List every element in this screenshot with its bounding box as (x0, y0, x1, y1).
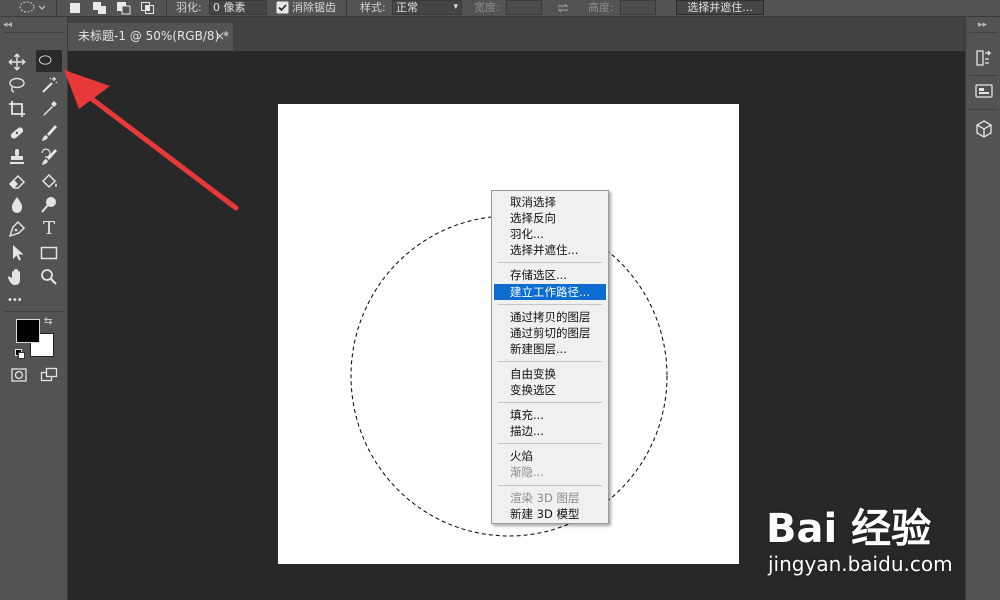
menu-item[interactable]: 新建 3D 模型 (494, 506, 606, 522)
antialias-label: 消除锯齿 (292, 1, 336, 14)
default-colors-icon[interactable] (15, 348, 25, 359)
menu-item[interactable]: 描边... (494, 423, 606, 439)
subtract-from-selection-icon[interactable] (115, 0, 133, 16)
menu-item[interactable]: 选择反向 (494, 210, 606, 226)
elliptical-marquee-icon[interactable] (36, 50, 62, 72)
menu-item[interactable]: 变换选区 (494, 382, 606, 398)
select-and-mask-button[interactable]: 选择并遮住... (676, 0, 764, 15)
style-select[interactable]: 正常 ▾ (392, 0, 462, 15)
paint-bucket-icon[interactable] (39, 171, 59, 191)
menu-separator (498, 443, 602, 445)
menu-separator (498, 262, 602, 264)
move-icon[interactable] (7, 52, 27, 72)
menu-item[interactable]: 火焰 (494, 448, 606, 464)
tools-panel: ◂◂ T ••• ⇆ (0, 17, 68, 600)
watermark-logo: Bai 经验 (766, 506, 932, 552)
magic-wand-icon[interactable] (39, 75, 59, 95)
add-to-selection-icon[interactable] (91, 0, 109, 16)
hand-icon[interactable] (7, 267, 27, 287)
feather-label: 羽化: (176, 1, 202, 14)
close-icon[interactable]: × (215, 23, 225, 49)
intersect-selection-icon[interactable] (139, 0, 157, 16)
collapse-panel-icon[interactable]: ◂◂ (3, 20, 12, 30)
lasso-icon[interactable] (7, 75, 27, 95)
history-brush-icon[interactable] (39, 147, 59, 167)
zoom-icon[interactable] (39, 267, 59, 287)
menu-item[interactable]: 新建图层... (494, 341, 606, 357)
elliptical-marquee-tool-preset-icon[interactable] (18, 0, 48, 16)
healing-brush-icon[interactable] (7, 123, 27, 143)
menu-separator (498, 402, 602, 404)
width-input[interactable] (506, 0, 542, 15)
more-tools-icon[interactable]: ••• (7, 291, 33, 311)
menu-item: 渐隐... (510, 465, 544, 480)
pen-icon[interactable] (7, 219, 27, 239)
eraser-icon[interactable] (7, 171, 27, 191)
antialias-checkbox[interactable] (276, 1, 290, 17)
menu-item[interactable]: 填充... (494, 407, 606, 423)
menu-item[interactable]: 取消选择 (494, 194, 606, 210)
path-selection-icon[interactable] (7, 243, 27, 263)
document-tab[interactable]: 未标题-1 @ 50%(RGB/8) * × (68, 23, 233, 51)
quick-mask-icon[interactable] (9, 365, 29, 385)
document-tab-title: 未标题-1 @ 50%(RGB/8) * (78, 29, 229, 43)
height-label: 高度: (588, 1, 614, 14)
menu-separator (498, 484, 602, 486)
selection-context-menu: 取消选择 选择反向 羽化... 选择并遮住... 存储选区... 建立工作路径... 通过拷… (491, 190, 609, 524)
blur-icon[interactable] (7, 195, 27, 215)
menu-item[interactable]: 自由变换 (494, 366, 606, 382)
menu-item[interactable]: 羽化... (494, 226, 606, 242)
chevron-down-icon: ▾ (453, 2, 458, 12)
dodge-icon[interactable] (39, 195, 59, 215)
swap-colors-icon[interactable]: ⇆ (44, 316, 52, 327)
foreground-color-swatch[interactable] (16, 319, 40, 343)
menu-item[interactable]: 通过拷贝的图层 (494, 309, 606, 325)
3d-cube-icon[interactable] (973, 118, 995, 140)
menu-separator (498, 360, 602, 362)
menu-separator (498, 303, 602, 305)
type-icon[interactable]: T (39, 219, 59, 239)
crop-icon[interactable] (7, 99, 27, 119)
expand-panels-icon[interactable]: ▸▸ (978, 20, 987, 30)
brush-icon[interactable] (39, 123, 59, 143)
clone-stamp-icon[interactable] (7, 147, 27, 167)
screen-mode-icon[interactable] (39, 365, 59, 385)
history-icon[interactable] (973, 47, 995, 69)
eyedropper-icon[interactable] (39, 99, 59, 119)
width-label: 宽度: (474, 1, 500, 14)
document-tab-bar: 未标题-1 @ 50%(RGB/8) * × (68, 17, 965, 51)
rectangle-icon[interactable] (39, 243, 59, 263)
swap-width-height-icon[interactable] (555, 0, 571, 16)
watermark-url: jingyan.baidu.com (768, 552, 953, 576)
style-select-value: 正常 (396, 1, 418, 14)
menu-item[interactable]: 建立工作路径... (494, 283, 606, 300)
feather-input[interactable]: 0 像素 (209, 0, 267, 15)
baidu-watermark: Bai 经验 jingyan.baidu.com (760, 490, 990, 590)
menu-item[interactable]: 选择并遮住... (494, 242, 606, 258)
menu-item[interactable]: 通过剪切的图层 (494, 325, 606, 341)
more-tools-glyph: ••• (7, 295, 23, 306)
menu-item: 渲染 3D 图层 (510, 490, 580, 505)
height-input[interactable] (620, 0, 656, 15)
new-selection-icon[interactable] (66, 0, 84, 16)
type-tool-glyph: T (42, 218, 55, 239)
style-label: 样式: (360, 1, 386, 14)
menu-item[interactable]: 存储选区... (494, 267, 606, 283)
libraries-icon[interactable] (973, 80, 995, 102)
options-bar: 羽化: 0 像素 消除锯齿 样式: 正常 ▾ 宽度: 高度: 选择并遮住... (0, 0, 1000, 17)
